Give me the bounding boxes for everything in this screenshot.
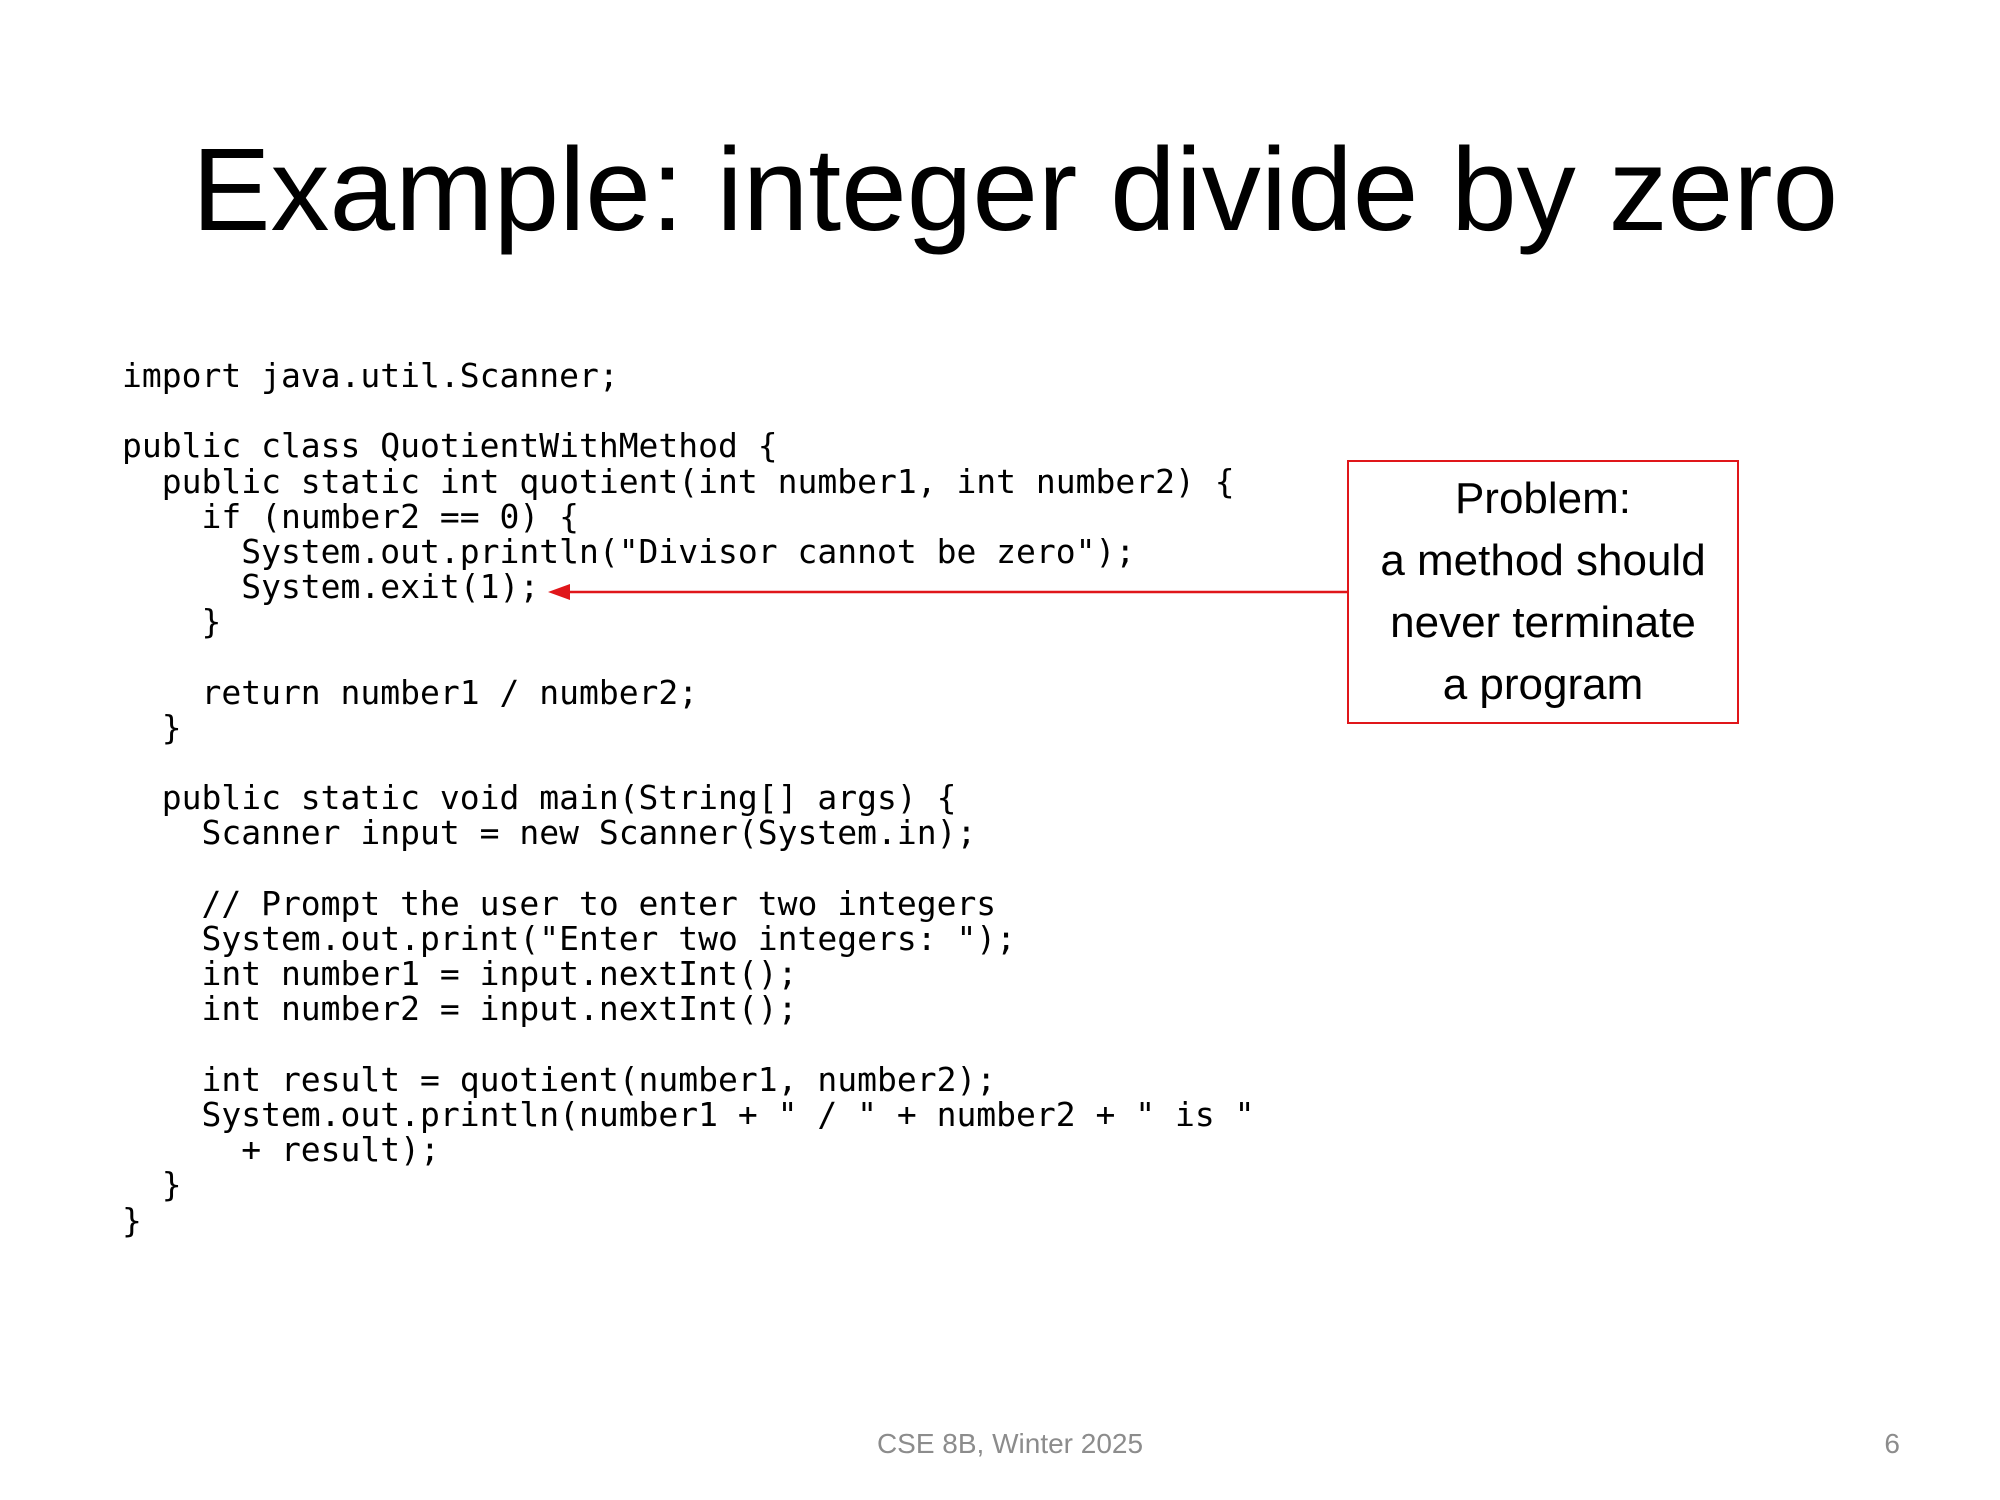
code-line: import java.util.Scanner; bbox=[122, 356, 619, 395]
code-line: int number1 = input.nextInt(); bbox=[122, 954, 798, 994]
footer-course: CSE 8B, Winter 2025 bbox=[876, 1428, 1144, 1459]
code-block: import java.util.Scanner; public class Qu… bbox=[122, 358, 1254, 1238]
slide-number: 6 bbox=[1884, 1428, 1900, 1459]
code-line: System.out.println(number1 + " / " + num… bbox=[122, 1094, 1255, 1134]
code-line: System.exit(1); bbox=[122, 567, 540, 607]
code-line: } bbox=[122, 602, 222, 642]
code-line: } bbox=[122, 1165, 182, 1205]
code-line: int result = quotient(number1, number2); bbox=[122, 1059, 997, 1099]
callout-line: Problem: bbox=[1454, 474, 1632, 523]
callout-line: never terminate bbox=[1390, 598, 1696, 647]
callout-line: a program bbox=[1442, 660, 1644, 709]
slide-title: Example: integer divide by zero bbox=[191, 124, 1839, 256]
code-line: System.out.print("Enter two integers: ")… bbox=[122, 919, 1017, 958]
code-line: public static int quotient(int number1, … bbox=[122, 461, 1235, 501]
code-line: // Prompt the user to enter two integers bbox=[122, 883, 997, 923]
code-line: System.out.println("Divisor cannot be ze… bbox=[122, 531, 1136, 571]
slide: Example: integer divide by zero import j… bbox=[0, 0, 2000, 1500]
code-line: public static void main(String[] args) { bbox=[122, 778, 957, 818]
code-line: return number1 / number2; bbox=[122, 672, 699, 712]
code-line: if (number2 == 0) { bbox=[122, 496, 579, 536]
code-line: } bbox=[122, 707, 182, 747]
code-line: Scanner input = new Scanner(System.in); bbox=[122, 813, 977, 853]
code-line: } bbox=[122, 1200, 142, 1240]
code-line: public class QuotientWithMethod { bbox=[122, 426, 778, 466]
problem-callout: Problem: a method should never terminate a … bbox=[1347, 460, 1739, 724]
code-line: int number2 = input.nextInt(); bbox=[122, 989, 798, 1029]
callout-line: a method should bbox=[1380, 536, 1706, 585]
code-line: + result); bbox=[122, 1130, 440, 1170]
